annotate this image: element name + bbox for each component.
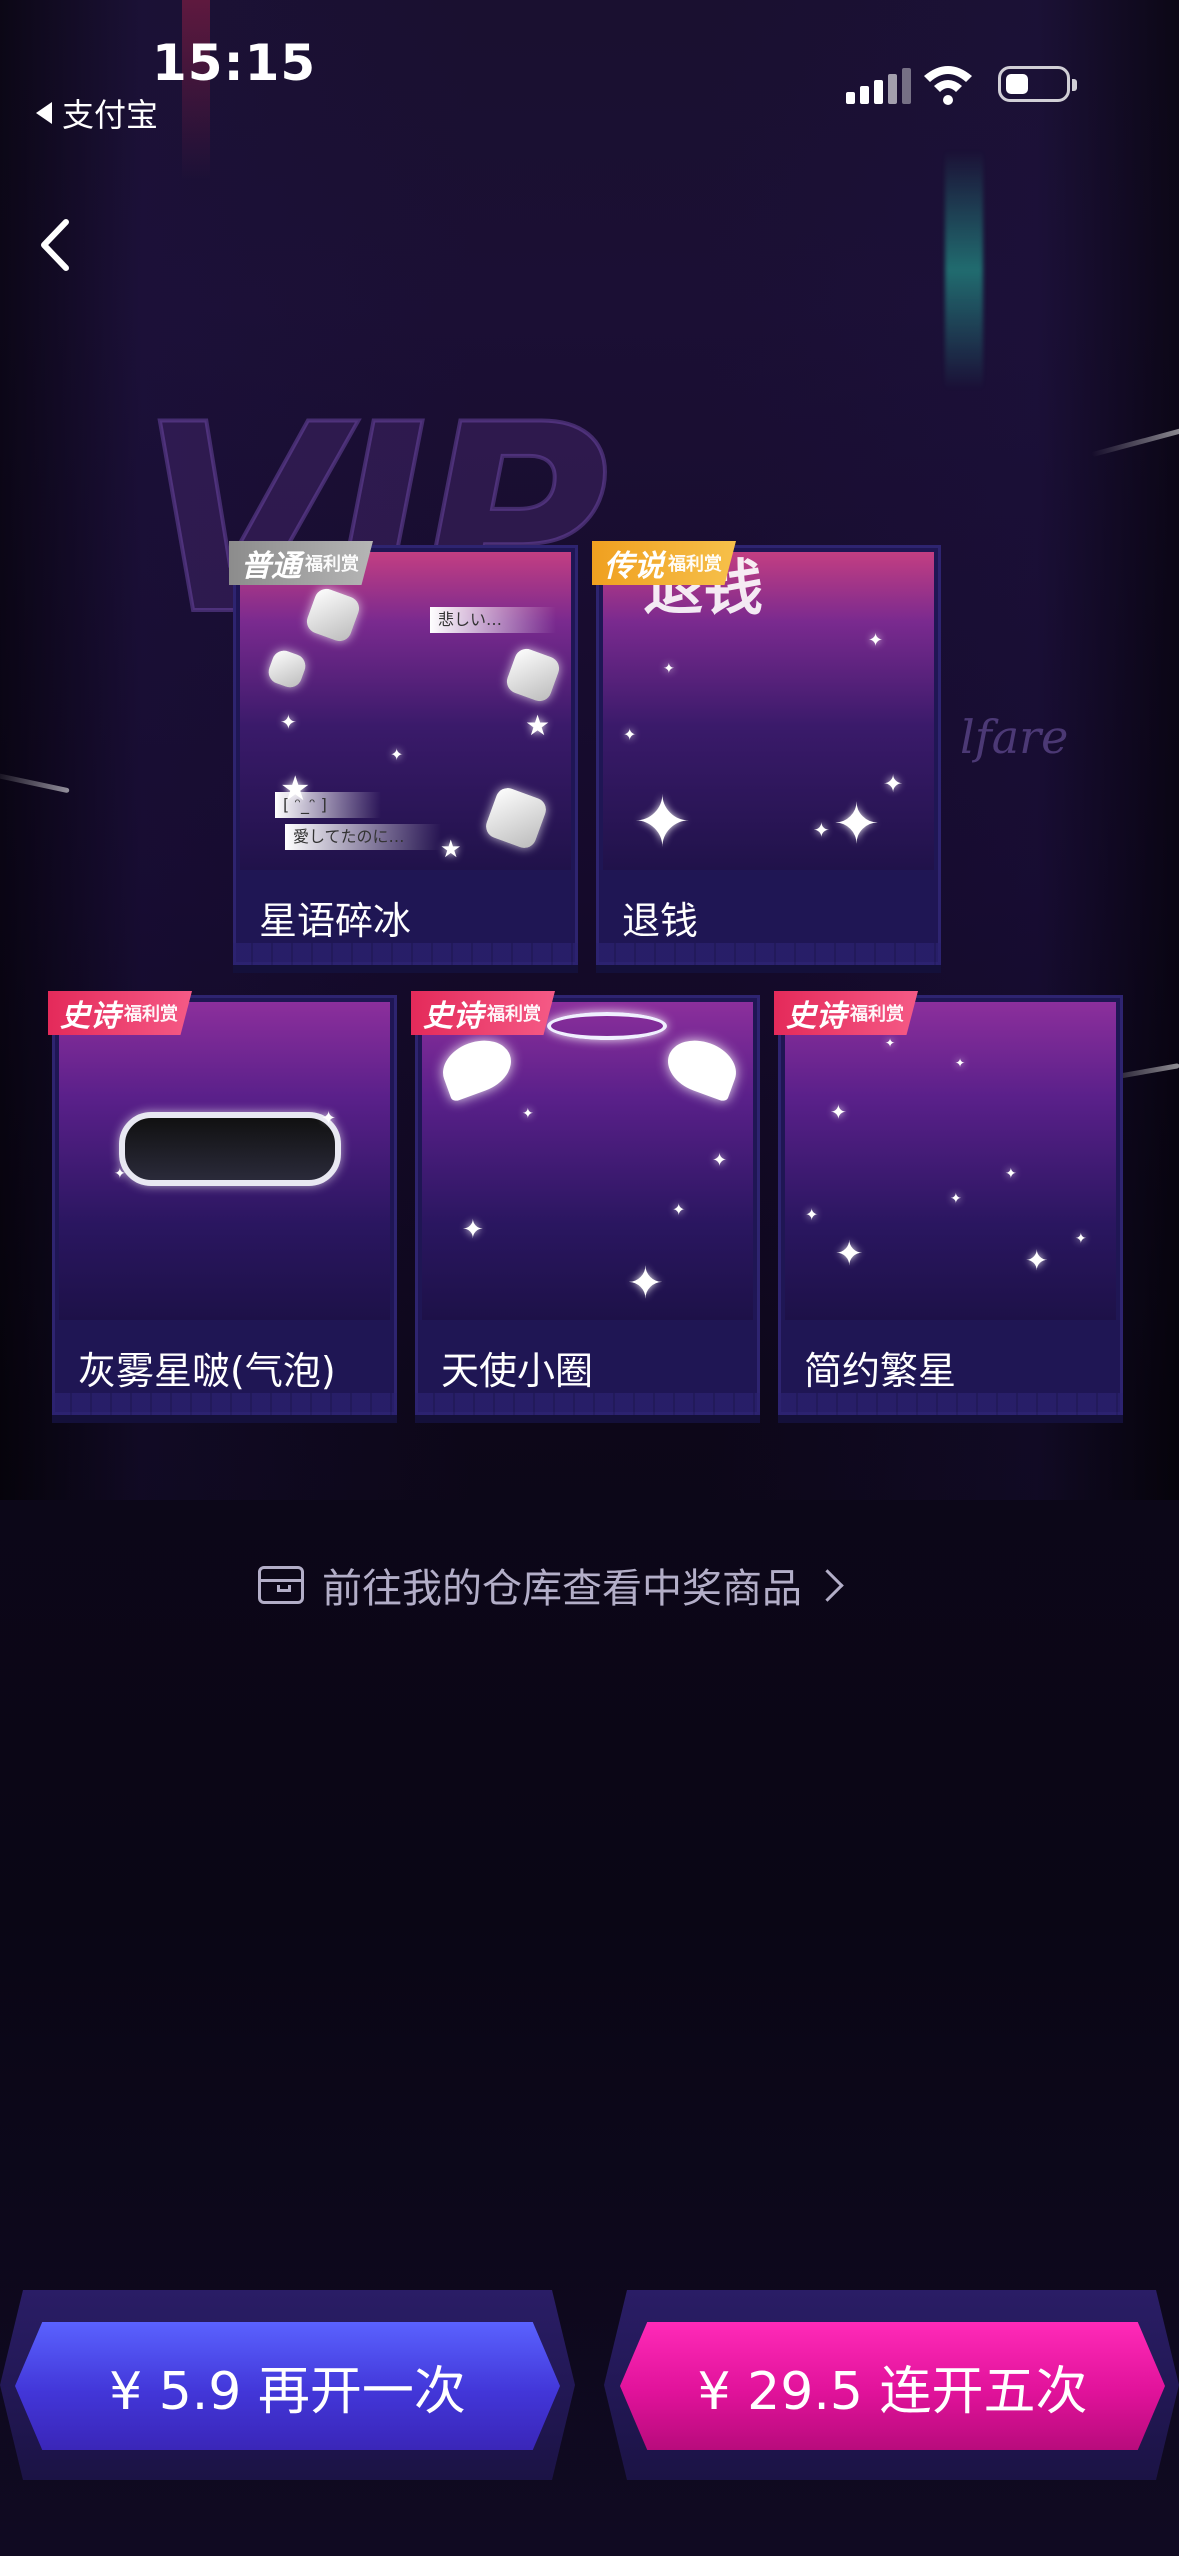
prize-card-angel-halo[interactable]: ✦ ✦ ✦ ✦ ✦ 史诗 福利赏 天使小圈	[411, 991, 760, 1415]
box-icon	[258, 1566, 304, 1604]
prize-card-refund[interactable]: 退钱 ✦ ✦ ✦ ✦ ✦ ✦ ✦ 传说 福利赏 退钱	[592, 541, 941, 965]
back-chevron-icon[interactable]	[30, 210, 90, 280]
warehouse-link-label: 前往我的仓库查看中奖商品	[322, 1566, 802, 1612]
status-time: 15:15	[152, 34, 317, 92]
status-bar: 15:15 支付宝	[0, 0, 1179, 140]
prize-name: 星语碎冰	[259, 899, 412, 943]
wifi-icon	[924, 66, 972, 105]
back-app-label: 支付宝	[62, 96, 159, 134]
prize-card-grey-bubble[interactable]: ✦ ✦ 史诗 福利赏 灰雾星啵(气泡)	[48, 991, 397, 1415]
prize-name: 退钱	[622, 899, 699, 943]
halo-icon	[547, 1012, 667, 1040]
signal-icon	[846, 68, 911, 104]
rarity-badge-epic: 史诗 福利赏	[48, 991, 192, 1035]
back-to-app-link[interactable]: 支付宝	[36, 90, 158, 136]
rarity-badge-normal: 普通 福利赏	[229, 541, 373, 585]
rarity-badge-epic: 史诗 福利赏	[411, 991, 555, 1035]
back-arrow-icon	[36, 102, 52, 124]
open-five-times-button[interactable]: ¥ 29.5 连开五次	[620, 2322, 1165, 2450]
rarity-badge-legend: 传说 福利赏	[592, 541, 736, 585]
warehouse-link[interactable]: 前往我的仓库查看中奖商品	[258, 1556, 844, 1614]
chevron-right-icon	[811, 1568, 844, 1602]
prize-card-star-ice[interactable]: 悲しい… 愛してたのに… [ ᵔ_ᵔ ] ★ ✦ ★ ★ ✦ 普通 福利赏 星语碎…	[229, 541, 578, 965]
rarity-badge-epic: 史诗 福利赏	[774, 991, 918, 1035]
bubble-frame-preview	[119, 1112, 341, 1186]
wing-icon	[660, 1031, 744, 1103]
welfare-background-text: lfare	[960, 710, 1069, 764]
open-again-button[interactable]: ¥ 5.9 再开一次	[15, 2322, 560, 2450]
battery-icon	[998, 66, 1077, 102]
prize-name: 灰雾星啵(气泡)	[78, 1349, 336, 1393]
prize-name: 天使小圈	[441, 1349, 594, 1393]
prize-card-simple-stars[interactable]: ✦ ✦ ✦ ✦ ✦ ✦ ✦ ✦ ✦ 史诗 福利赏 简约繁星	[774, 991, 1123, 1415]
wing-icon	[435, 1031, 519, 1103]
prize-name: 简约繁星	[804, 1349, 957, 1393]
ice-tag: 愛してたのに…	[285, 824, 441, 850]
ice-tag: 悲しい…	[430, 607, 556, 633]
